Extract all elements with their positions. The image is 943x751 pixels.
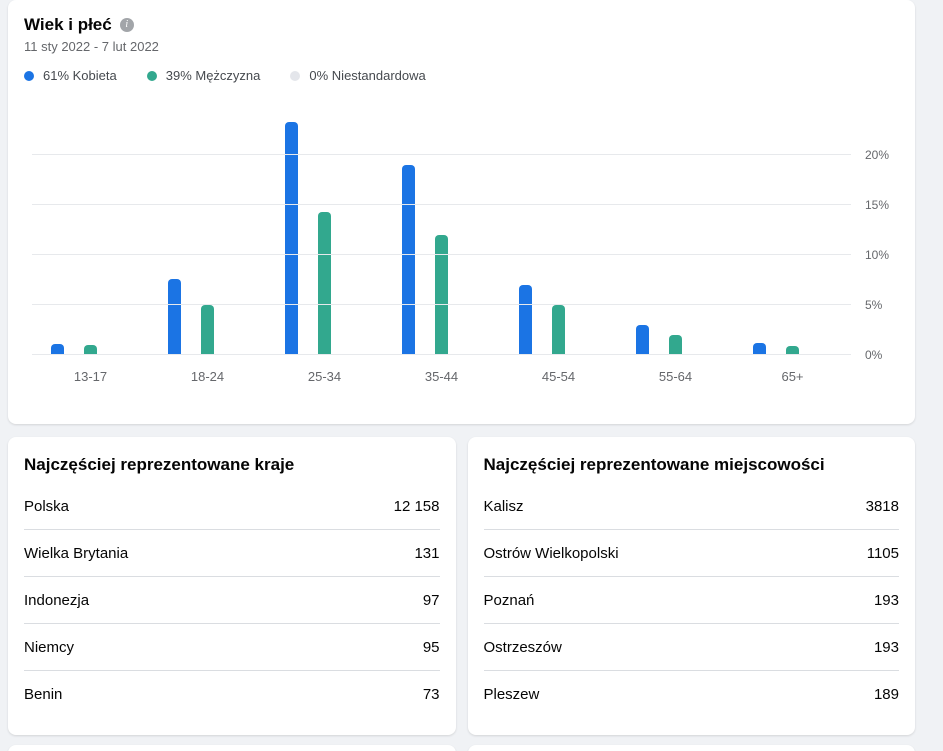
x-tick-55-64: 55-64: [658, 369, 693, 384]
bar-kobieta-18-24[interactable]: [168, 279, 181, 355]
city-value: 1105: [866, 544, 899, 562]
city-label: Pleszew: [483, 685, 540, 703]
country-value: 95: [422, 638, 440, 656]
age-gender-card: Wiek i płeć i 11 sty 2022 - 7 lut 2022 6…: [8, 0, 915, 424]
bar-group-45-54: [500, 105, 617, 355]
gridline-0%: [32, 354, 851, 355]
legend-item-niestandardowa: 0% Niestandardowa: [290, 68, 426, 83]
countries-card: Najczęściej reprezentowane kraje Polska …: [8, 437, 456, 735]
x-axis-labels: 13-17 18-24 25-34 35-44 45-54 55-64 65+: [32, 369, 851, 384]
bar-mezczyzna-45-54[interactable]: [552, 305, 565, 355]
age-gender-title: Wiek i płeć: [24, 15, 112, 34]
mezczyzna-dot-icon: [146, 70, 157, 81]
y-tick-15%: 15%: [865, 198, 890, 212]
x-tick-65+: 65+: [781, 369, 804, 384]
table-row: Indonezja 97: [24, 577, 440, 624]
country-label: Wielka Brytania: [24, 544, 129, 562]
country-value: 12 158: [393, 497, 440, 515]
bar-group-25-34: [266, 105, 383, 355]
table-row: Wielka Brytania 131: [24, 530, 440, 577]
x-tick-45-54: 45-54: [541, 369, 576, 384]
city-label: Ostrzeszów: [483, 638, 562, 656]
age-gender-chart: 0% 5% 10% 15% 20%: [32, 105, 889, 362]
bar-kobieta-55-64[interactable]: [636, 325, 649, 355]
niestandardowa-dot-icon: [290, 70, 301, 81]
info-icon[interactable]: i: [119, 17, 134, 32]
y-tick-0%: 0%: [865, 348, 883, 362]
city-value: 193: [873, 591, 899, 609]
table-row: Benin 73: [24, 671, 440, 717]
country-value: 131: [414, 544, 440, 562]
y-tick-5%: 5%: [865, 298, 883, 312]
x-tick-18-24: 18-24: [190, 369, 225, 384]
next-cards-row: [8, 745, 915, 751]
legend-item-kobieta: 61% Kobieta: [24, 68, 117, 83]
y-tick-10%: 10%: [865, 248, 890, 262]
city-value: 3818: [865, 497, 899, 515]
city-value: 189: [873, 685, 899, 703]
bar-group-35-44: [383, 105, 500, 355]
x-tick-25-34: 25-34: [307, 369, 342, 384]
partial-card-right: [467, 745, 915, 751]
bar-group-18-24: [149, 105, 266, 355]
table-row: Ostrzeszów 193: [483, 624, 899, 671]
kobieta-dot-icon: [24, 70, 34, 81]
legend-label-niestandardowa: 0% Niestandardowa: [309, 68, 426, 83]
audience-insights-page: Wiek i płeć i 11 sty 2022 - 7 lut 2022 6…: [0, 0, 943, 751]
legend-item-mezczyzna: 39% Mężczyzna: [146, 68, 261, 83]
bar-mezczyzna-35-44[interactable]: [435, 235, 448, 355]
city-label: Kalisz: [483, 497, 524, 515]
tables-row: Najczęściej reprezentowane kraje Polska …: [8, 437, 915, 735]
city-value: 193: [873, 638, 899, 656]
bar-group-65+: [734, 105, 851, 355]
gridline-15%: [32, 204, 851, 205]
x-tick-13-17: 13-17: [73, 369, 108, 384]
country-label: Benin: [24, 685, 63, 703]
table-row: Poznań 193: [483, 577, 899, 624]
age-gender-card-header: Wiek i płeć i: [24, 14, 899, 35]
cities-title: Najczęściej reprezentowane miejscowości: [483, 455, 825, 474]
x-tick-35-44: 35-44: [424, 369, 459, 384]
gridline-20%: [32, 154, 851, 155]
age-gender-plot: [32, 105, 851, 355]
gridline-5%: [32, 304, 851, 305]
bar-group-13-17: [32, 105, 149, 355]
country-value: 73: [422, 685, 440, 703]
bar-kobieta-35-44[interactable]: [402, 165, 415, 355]
city-label: Ostrów Wielkopolski: [483, 544, 619, 562]
country-value: 97: [422, 591, 440, 609]
country-label: Niemcy: [24, 638, 75, 656]
date-range: 11 sty 2022 - 7 lut 2022: [24, 39, 159, 54]
partial-card-left: [8, 745, 456, 751]
countries-title: Najczęściej reprezentowane kraje: [24, 455, 295, 474]
bar-mezczyzna-55-64[interactable]: [669, 335, 682, 355]
legend-label-mezczyzna: 39% Mężczyzna: [165, 68, 261, 83]
bar-kobieta-45-54[interactable]: [519, 285, 532, 355]
bar-mezczyzna-25-34[interactable]: [318, 212, 331, 355]
country-label: Polska: [24, 497, 70, 515]
bar-kobieta-25-34[interactable]: [285, 122, 298, 355]
table-row: Niemcy 95: [24, 624, 440, 671]
country-label: Indonezja: [24, 591, 90, 609]
bar-group-55-64: [617, 105, 734, 355]
bar-mezczyzna-18-24[interactable]: [201, 305, 214, 355]
gridline-10%: [32, 254, 851, 255]
table-row: Ostrów Wielkopolski 1105: [483, 530, 899, 577]
y-tick-20%: 20%: [865, 148, 890, 162]
chart-legend: 61% Kobieta 39% Mężczyzna 0% Niestandard…: [24, 68, 899, 83]
city-label: Poznań: [483, 591, 535, 609]
table-row: Kalisz 3818: [483, 483, 899, 530]
table-row: Pleszew 189: [484, 671, 900, 717]
table-row: Polska 12 158: [24, 483, 440, 530]
cities-card: Najczęściej reprezentowane miejscowości …: [467, 437, 915, 735]
legend-label-kobieta: 61% Kobieta: [43, 68, 117, 83]
